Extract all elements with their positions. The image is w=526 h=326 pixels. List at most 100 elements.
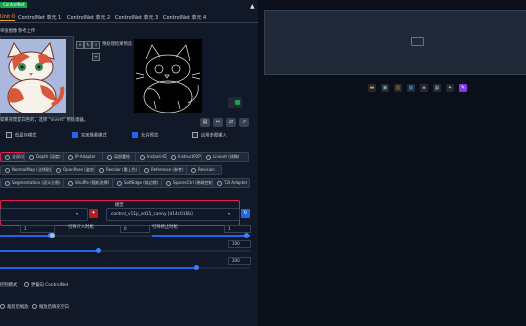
swap-image-button[interactable]: ↔ xyxy=(92,53,100,61)
start-step-value[interactable]: 0 xyxy=(120,225,150,233)
notes-icon[interactable]: ▤ xyxy=(200,118,210,127)
threshold-low-slider[interactable] xyxy=(96,248,101,253)
invert-hint: 如果背景是白色的，选择 "invert" 预处理器。 xyxy=(0,118,88,123)
radio-icon xyxy=(29,154,34,160)
palette-icon[interactable]: ✎ xyxy=(459,84,467,92)
control-type-inpaint[interactable]: 局部重绘 xyxy=(102,152,138,162)
radio-icon xyxy=(191,167,196,173)
tab-unit-3[interactable]: ControlNet 单元 3 xyxy=(115,14,158,21)
end-step-label: 引导终止时机 xyxy=(152,225,178,230)
collapse-icon[interactable]: ▲ xyxy=(250,3,255,10)
radio-icon xyxy=(5,154,10,160)
radio-icon xyxy=(171,154,176,160)
resize-mode-fill[interactable]: 缩放后填充空白 xyxy=(32,304,69,310)
allow-preview-checkbox[interactable]: 允许预览 xyxy=(132,132,158,139)
end-step-value[interactable]: 1 xyxy=(224,225,251,233)
radio-icon[interactable] xyxy=(24,282,29,287)
close-image-button[interactable]: × xyxy=(76,41,84,49)
control-type-instructp2p[interactable]: InstructP2P xyxy=(166,152,204,162)
control-type-revision[interactable]: Revision xyxy=(186,165,222,175)
radio-icon xyxy=(144,167,149,173)
control-weight-value[interactable]: 1 xyxy=(20,225,55,233)
multi-input-checkbox[interactable]: 启用多图输入 xyxy=(192,132,227,139)
radio-icon xyxy=(140,154,145,160)
low-vram-checkbox[interactable]: 低显存模式 xyxy=(6,132,36,139)
radio-icon xyxy=(99,167,104,173)
radio-icon xyxy=(217,180,222,186)
threshold-high-fill xyxy=(0,267,196,269)
control-type-shuffle[interactable]: Shuffle (随机洗牌) xyxy=(63,178,115,188)
control-type-instant-id[interactable]: Instant-ID xyxy=(135,152,169,162)
control-type-reference[interactable]: Reference (参考) xyxy=(139,165,189,175)
rotate-image-button[interactable]: ↻ xyxy=(84,41,92,49)
preprocessor-select[interactable] xyxy=(0,208,88,221)
threshold-high-slider[interactable] xyxy=(194,265,199,270)
input-image xyxy=(0,39,66,113)
inpaint-icon[interactable]: ◈ xyxy=(420,84,428,92)
start-step-slider[interactable] xyxy=(50,233,55,238)
control-type-all[interactable]: 全部/边缘检测 xyxy=(0,152,37,162)
refresh-models-button[interactable]: ↻ xyxy=(241,209,250,218)
control-type-lineart[interactable]: Lineart (线稿) xyxy=(201,152,249,162)
run-preprocessor-button[interactable]: ✦ xyxy=(89,209,98,218)
send-dimensions-icon[interactable]: ↗ xyxy=(239,118,249,127)
control-type-sparsectrl[interactable]: SparseCtrl (稀疏控制) xyxy=(161,178,215,188)
image-placeholder-icon xyxy=(411,37,424,46)
checkbox-icon[interactable] xyxy=(192,132,198,138)
control-type-recolor[interactable]: Recolor (重上色) xyxy=(94,165,142,175)
end-step-slider[interactable] xyxy=(244,233,249,238)
checkbox-icon[interactable] xyxy=(72,132,78,138)
radio-icon xyxy=(117,180,122,186)
resize-mode-crop[interactable]: 裁剪后缩放 xyxy=(0,304,28,310)
dropdown-chevron-icon[interactable]: ▾ xyxy=(76,211,78,216)
radio-icon xyxy=(56,167,61,173)
threshold-low-fill xyxy=(0,250,98,252)
control-type-normalmap[interactable]: NormalMap (法线贴图) xyxy=(0,165,55,175)
tab-divider xyxy=(0,22,258,23)
radio-icon xyxy=(107,154,112,160)
radio-icon[interactable] xyxy=(32,304,37,309)
control-mode-controlnet[interactable]: 更偏向 ControlNet xyxy=(24,282,68,288)
radio-icon xyxy=(166,180,171,186)
extras-icon[interactable]: ▦ xyxy=(433,84,441,92)
swap-icon[interactable]: ⇄ xyxy=(226,118,236,127)
panel-badge[interactable]: ControlNet xyxy=(0,2,28,8)
dropdown-chevron-icon[interactable]: ▾ xyxy=(228,211,230,216)
checkbox-icon[interactable] xyxy=(132,132,138,138)
tab-unit-2[interactable]: ControlNet 单元 2 xyxy=(67,14,110,21)
control-type-t2i-adapter[interactable]: T2I-Adapter xyxy=(212,178,250,188)
threshold-low-value[interactable]: 100 xyxy=(228,240,251,248)
radio-icon xyxy=(206,154,211,160)
tab-unit-4[interactable]: ControlNet 单元 4 xyxy=(163,14,206,21)
tab-unit-0[interactable]: Unit 0 xyxy=(0,14,15,21)
control-mode-label: 控制模式 xyxy=(0,283,18,288)
radio-icon xyxy=(5,180,10,186)
radio-icon[interactable] xyxy=(0,304,5,309)
zip-icon[interactable]: ▥ xyxy=(394,84,402,92)
model-select[interactable]: control_v11p_sd15_canny [d14c016b] xyxy=(106,208,240,221)
save-icon[interactable]: ▣ xyxy=(381,84,389,92)
control-type-segmentation[interactable]: Segmentation (语义分割) xyxy=(0,178,66,188)
control-type-ip-adapter[interactable]: IP-Adapter xyxy=(63,152,105,162)
send-image-button[interactable]: ⇩ xyxy=(92,41,100,49)
control-type-depth[interactable]: Depth (深度) xyxy=(24,152,66,162)
sparkle-icon[interactable]: ✦ xyxy=(446,84,454,92)
resize-icon[interactable]: ↔ xyxy=(213,118,223,127)
single-image-tab[interactable]: 单张图像 xyxy=(0,28,17,34)
control-type-softedge[interactable]: SoftEdge (软边缘) xyxy=(112,178,164,188)
img2img-icon[interactable]: ▧ xyxy=(407,84,415,92)
checkbox-icon[interactable] xyxy=(6,132,12,138)
output-gallery xyxy=(264,10,526,75)
radio-icon xyxy=(68,180,73,186)
control-type-openpose[interactable]: OpenPose (姿态) xyxy=(51,165,97,175)
preview-toggle[interactable] xyxy=(228,97,242,108)
pixel-perfect-checkbox[interactable]: 完美像素模式 xyxy=(72,132,107,139)
radio-icon xyxy=(68,154,73,160)
tab-unit-1[interactable]: ControlNet 单元 1 xyxy=(18,14,61,21)
threshold-high-value[interactable]: 200 xyxy=(228,257,251,265)
folder-icon[interactable]: ▬ xyxy=(368,84,376,92)
upload-ref-tab[interactable]: 参考上传 xyxy=(18,28,35,34)
control-weight-fill xyxy=(0,235,50,237)
preview-label: 预处理结果预览 xyxy=(102,42,133,47)
preprocessor-preview-image xyxy=(134,39,202,113)
